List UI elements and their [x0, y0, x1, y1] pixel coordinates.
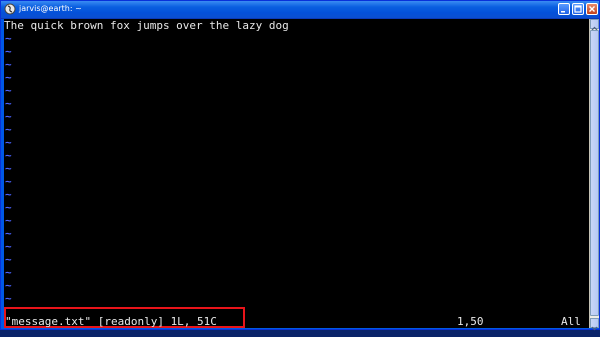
scroll-down-button[interactable]: [590, 318, 599, 331]
close-icon: [589, 6, 595, 12]
tilde-marker: ~: [5, 188, 12, 201]
tilde-marker: ~: [5, 97, 12, 110]
close-button[interactable]: [586, 3, 598, 15]
tilde-marker: ~: [5, 175, 12, 188]
window-title: jarvis@earth: ~: [19, 4, 82, 13]
maximize-button[interactable]: [572, 3, 584, 15]
minimize-icon: [561, 11, 565, 13]
tilde-marker: ~: [5, 253, 12, 266]
scroll-thumb[interactable]: [590, 30, 599, 316]
vertical-scrollbar[interactable]: [589, 19, 599, 331]
status-message: "message.txt" [readonly] 1L, 51C: [5, 315, 217, 328]
tilde-marker: ~: [5, 123, 12, 136]
vim-editor-area[interactable]: The quick brown fox jumps over the lazy …: [4, 19, 589, 328]
cursor-position: 1,50: [457, 315, 484, 328]
tilde-marker: ~: [5, 240, 12, 253]
tilde-marker: ~: [5, 279, 12, 292]
tilde-marker: ~: [5, 162, 12, 175]
arrow-down-icon: [591, 326, 598, 331]
scroll-up-button[interactable]: [590, 19, 599, 31]
minimize-button[interactable]: [558, 3, 570, 15]
tilde-marker: ~: [5, 58, 12, 71]
terminal-window: jarvis@earth: ~ The quick brown fox jump…: [0, 0, 600, 331]
title-bar[interactable]: jarvis@earth: ~: [1, 1, 599, 19]
tilde-marker: ~: [5, 84, 12, 97]
tilde-marker: ~: [5, 227, 12, 240]
text-line: The quick brown fox jumps over the lazy …: [4, 19, 289, 32]
tilde-marker: ~: [5, 214, 12, 227]
tilde-marker: ~: [5, 149, 12, 162]
tilde-marker: ~: [5, 136, 12, 149]
terminal-app-icon: [4, 3, 16, 15]
maximize-icon: [574, 5, 582, 13]
tilde-marker: ~: [5, 110, 12, 123]
scroll-position: All: [561, 315, 581, 328]
tilde-marker: ~: [5, 201, 12, 214]
tilde-marker: ~: [5, 45, 12, 58]
tilde-marker: ~: [5, 71, 12, 84]
tilde-marker: ~: [5, 266, 12, 279]
tilde-marker: ~: [5, 292, 12, 305]
tilde-marker: ~: [5, 32, 12, 45]
